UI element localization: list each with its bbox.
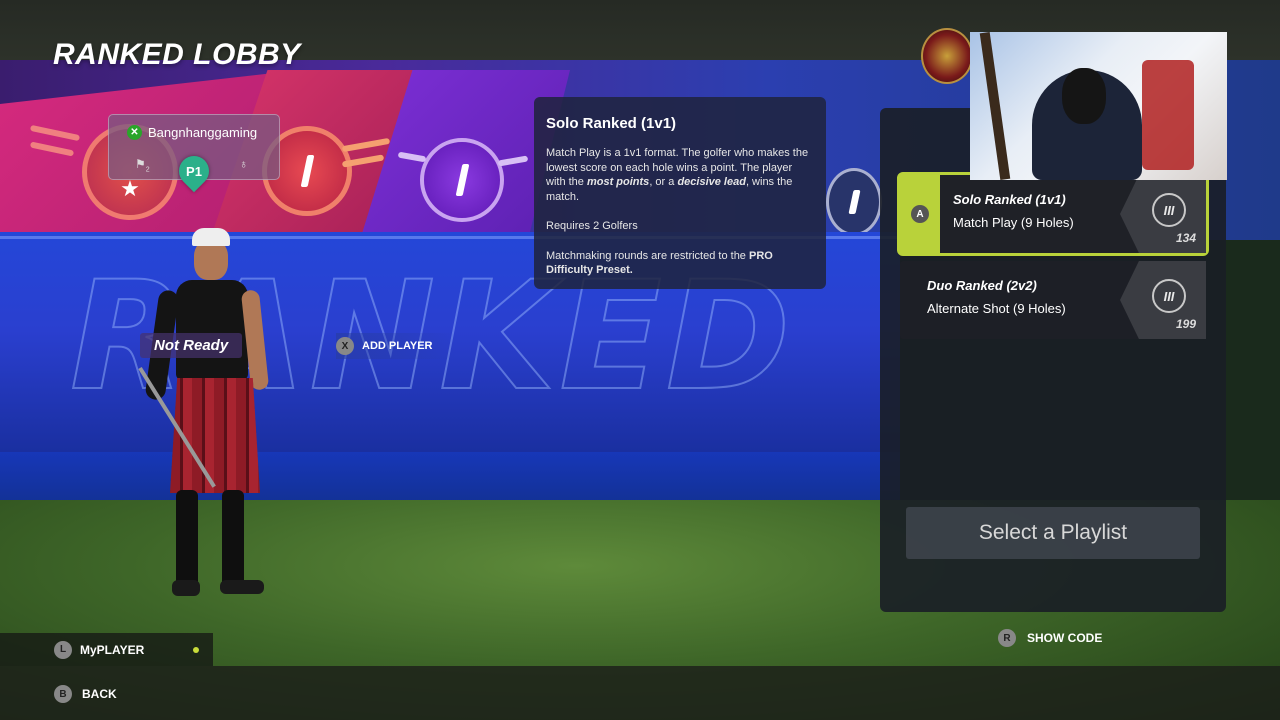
info-title: Solo Ranked (1v1) [546,115,677,132]
l-button-icon: L [54,640,72,659]
x-button-icon: X [336,337,354,355]
xbox-icon: ✕ [127,125,142,140]
r-button-icon: R [998,629,1016,647]
rank-tier-icon: III [1152,279,1186,313]
info-desc-part2: , or a [649,176,678,188]
show-code-button[interactable]: R SHOW CODE [998,629,1102,647]
golfer-shoe-right [220,580,264,594]
golfer-cap [192,228,230,246]
a-button-icon: A [911,205,929,223]
rank-emblem-3 [420,138,504,222]
info-desc-bold1: most points [586,176,650,188]
info-restriction: Matchmaking rounds are restricted to the… [546,249,814,278]
info-desc-bold2: decisive lead [677,176,746,188]
streamer-logo [921,28,973,84]
select-playlist-button[interactable]: Select a Playlist [906,507,1200,559]
playlist-mode: Match Play (9 Holes) [953,215,1074,230]
online-dot-icon [193,647,199,653]
flag-number: 2 [145,166,150,174]
b-button-icon: B [54,685,72,703]
bulb-icon: ♁ [239,157,248,171]
flag-icon: ⚑2 [135,157,150,174]
golfer-leg-right [222,490,244,590]
selected-indicator: A [900,175,940,253]
webcam-head [1062,68,1106,124]
webcam-chair [1142,60,1194,170]
info-body: Match Play is a 1v1 format. The golfer w… [546,146,814,278]
playlist-info-panel: Solo Ranked (1v1) Match Play is a 1v1 fo… [534,97,826,289]
golfer-avatar [130,228,280,608]
webcam-pole [979,32,1011,180]
playlist-count: 134 [1175,231,1196,245]
webcam-overlay [970,32,1227,180]
playlist-item-solo-ranked[interactable]: A Solo Ranked (1v1) Match Play (9 Holes)… [897,172,1209,256]
playlist-item-duo-ranked[interactable]: Duo Ranked (2v2) Alternate Shot (9 Holes… [900,261,1206,339]
back-label: BACK [82,687,117,701]
playlist-mode: Alternate Shot (9 Holes) [927,301,1066,316]
myplayer-label: MyPLAYER [80,642,145,657]
golfer-torso [176,280,248,380]
rank-tier-icon: III [1152,193,1186,227]
player-status: Not Ready [140,333,243,358]
golfer-head [194,240,228,280]
add-player-label: ADD PLAYER [362,340,433,352]
show-code-label: SHOW CODE [1027,631,1103,645]
info-restriction-text: Matchmaking rounds are restricted to the [546,249,749,262]
back-button[interactable]: B BACK [54,685,117,703]
info-requires: Requires 2 Golfers [546,220,638,232]
info-description: Match Play is a 1v1 format. The golfer w… [546,146,814,204]
player-slot-label: P1 [186,163,202,179]
playlist-name: Duo Ranked (2v2) [927,278,1037,293]
page-title: RANKED LOBBY [53,38,301,71]
golfer-leg-left [176,490,198,590]
bottom-bar [0,666,1280,720]
gamertag-row: ✕ Bangnhanggaming [109,115,279,140]
playlist-name: Solo Ranked (1v1) [953,192,1066,207]
golfer-shoe-left [172,580,200,596]
add-player-button[interactable]: X ADD PLAYER [336,333,456,359]
rank-emblem-4 [826,168,882,236]
playlist-count: 199 [1175,317,1196,331]
myplayer-tab[interactable]: L MyPLAYER [0,633,213,666]
gamertag: Bangnhanggaming [148,125,258,140]
playlist-panel: A Solo Ranked (1v1) Match Play (9 Holes)… [880,108,1226,612]
